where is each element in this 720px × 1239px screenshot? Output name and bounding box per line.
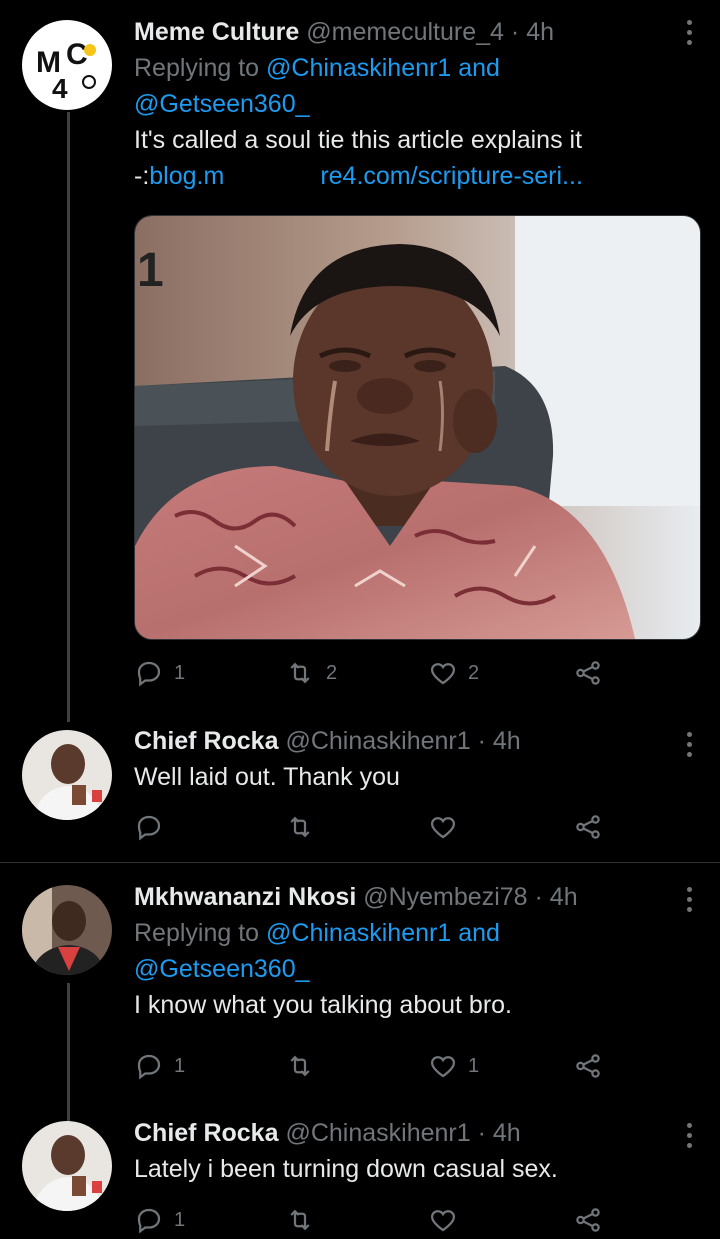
article-link-part2[interactable]: re4.com/scripture-seri... [320, 162, 583, 190]
tweet-content: Chief Rocka @Chinaskihenr1 · 4h Well lai… [134, 725, 670, 795]
avatar[interactable]: M C 4 [22, 20, 112, 110]
tweet-text: Lately i been turning down casual sex. [134, 1155, 558, 1183]
display-name[interactable]: Meme Culture [134, 18, 299, 46]
timestamp[interactable]: 4h [526, 18, 554, 46]
share-icon [576, 1054, 600, 1078]
svg-text:C: C [66, 38, 88, 71]
tweet-text: I know what you talking about bro. [134, 991, 513, 1019]
tweet-body: It's called a soul tie this article expl… [134, 126, 583, 154]
tweet-header: Chief Rocka @Chinaskihenr1 · 4h [134, 725, 670, 757]
tweet-text: It's called a soul tie this article expl… [134, 122, 670, 194]
tweet-chief-rocka[interactable]: Chief Rocka @Chinaskihenr1 · 4h Well lai… [0, 720, 720, 862]
replying-to: Replying to @Chinaskihenr1 and @Getseen3… [134, 915, 670, 987]
svg-text:1: 1 [137, 244, 164, 297]
replying-label: Replying to [134, 54, 260, 82]
user-handle[interactable]: @Nyembezi78 [363, 883, 527, 911]
timestamp[interactable]: 4h [550, 883, 578, 911]
more-options-icon[interactable] [686, 887, 692, 912]
display-name[interactable]: Mkhwananzi Nkosi [134, 883, 356, 911]
reply-button[interactable]: 1 [134, 1051, 185, 1081]
like-button[interactable] [428, 812, 458, 842]
separator-dot: · [510, 18, 520, 46]
avatar[interactable] [22, 730, 112, 820]
avatar[interactable] [22, 885, 112, 975]
mkhwananzi-avatar [22, 885, 112, 975]
thread-line [67, 112, 70, 722]
share-icon [576, 661, 600, 685]
meme-culture-logo-icon: M C 4 [23, 21, 111, 109]
heart-icon [430, 817, 456, 839]
user-handle[interactable]: @Chinaskihenr1 [285, 1119, 470, 1147]
retweet-button[interactable] [284, 1051, 316, 1081]
heart-icon [430, 1056, 456, 1078]
heart-icon [430, 663, 456, 685]
more-options-icon[interactable] [686, 20, 692, 45]
share-button[interactable] [572, 1051, 604, 1081]
like-count: 1 [468, 1054, 480, 1077]
reply-button[interactable] [134, 812, 164, 842]
crying-man-photo: 1 [135, 216, 700, 639]
tweet-actions: 1 1 [134, 1051, 604, 1085]
retweet-icon [290, 662, 310, 684]
svg-text:4: 4 [52, 73, 68, 104]
separator-dot: · [477, 1119, 486, 1147]
user-handle[interactable]: @Chinaskihenr1 [285, 727, 470, 755]
retweet-button[interactable]: 2 [284, 658, 337, 688]
separator-dot: · [477, 727, 486, 755]
more-options-icon[interactable] [686, 1123, 692, 1148]
tweet-chief-rocka-2[interactable]: Chief Rocka @Chinaskihenr1 · 4h Lately i… [0, 1103, 720, 1234]
retweet-icon [290, 1055, 310, 1077]
like-button[interactable]: 2 [428, 658, 479, 688]
replying-label: Replying to [134, 919, 260, 947]
timestamp[interactable]: 4h [493, 727, 521, 755]
like-count: 2 [468, 661, 480, 684]
timestamp[interactable]: 4h [493, 1119, 521, 1147]
reply-icon [137, 661, 161, 687]
tweet-header: Meme Culture @memeculture_4 · 4h [134, 16, 670, 48]
article-link-part1[interactable]: blog.m [149, 162, 224, 190]
and-text: and [458, 54, 500, 82]
tweet-content: Mkhwananzi Nkosi @Nyembezi78 · 4h Replyi… [134, 881, 670, 1023]
tweet-content: Chief Rocka @Chinaskihenr1 · 4h Lately i… [134, 1117, 670, 1187]
mention-link[interactable]: @Chinaskihenr1 [266, 919, 451, 947]
share-button[interactable] [572, 658, 604, 688]
chief-rocka-avatar [22, 730, 112, 820]
user-handle[interactable]: @memeculture_4 [306, 18, 504, 46]
tweet-mkhwananzi-nkosi[interactable]: Mkhwananzi Nkosi @Nyembezi78 · 4h Replyi… [0, 863, 720, 1123]
reply-count: 1 [174, 1208, 186, 1231]
retweet-count: 2 [326, 661, 338, 684]
more-options-icon[interactable] [686, 732, 692, 757]
tweet-actions: 1 [134, 1205, 604, 1239]
mention-link[interactable]: @Getseen360_ [134, 955, 310, 983]
reply-button[interactable]: 1 [134, 658, 185, 688]
chief-rocka-avatar [22, 1121, 112, 1211]
tweet-content: Meme Culture @memeculture_4 · 4h Replyin… [134, 16, 670, 194]
reply-icon [137, 1054, 161, 1080]
separator-dot: · [534, 883, 543, 911]
share-button[interactable] [572, 812, 604, 842]
tweet-photo[interactable]: 1 [134, 215, 701, 640]
reply-icon [137, 815, 161, 841]
like-button[interactable]: 1 [428, 1051, 479, 1081]
link-prefix: -: [134, 162, 150, 190]
display-name[interactable]: Chief Rocka [134, 727, 278, 755]
tweet-text: Well laid out. Thank you [134, 763, 400, 791]
mention-link[interactable]: @Chinaskihenr1 [266, 54, 451, 82]
reply-count: 1 [174, 1054, 186, 1077]
and-text: and [458, 919, 500, 947]
retweet-button[interactable] [284, 812, 316, 842]
tweet-header: Chief Rocka @Chinaskihenr1 · 4h [134, 1117, 670, 1149]
avatar[interactable] [22, 1121, 112, 1211]
tweet-meme-culture[interactable]: M C 4 Meme Culture @memeculture_4 · 4h R… [0, 0, 720, 722]
tweet-actions [134, 812, 604, 846]
tweet-actions: 1 2 2 [134, 658, 604, 692]
share-icon [576, 815, 600, 839]
retweet-icon [290, 816, 310, 838]
tweet-header: Mkhwananzi Nkosi @Nyembezi78 · 4h [134, 881, 670, 913]
thread-line [67, 983, 70, 1123]
replying-to: Replying to @Chinaskihenr1 and @Getseen3… [134, 50, 670, 122]
mention-link[interactable]: @Getseen360_ [134, 90, 310, 118]
reply-count: 1 [174, 661, 186, 684]
display-name[interactable]: Chief Rocka [134, 1119, 278, 1147]
